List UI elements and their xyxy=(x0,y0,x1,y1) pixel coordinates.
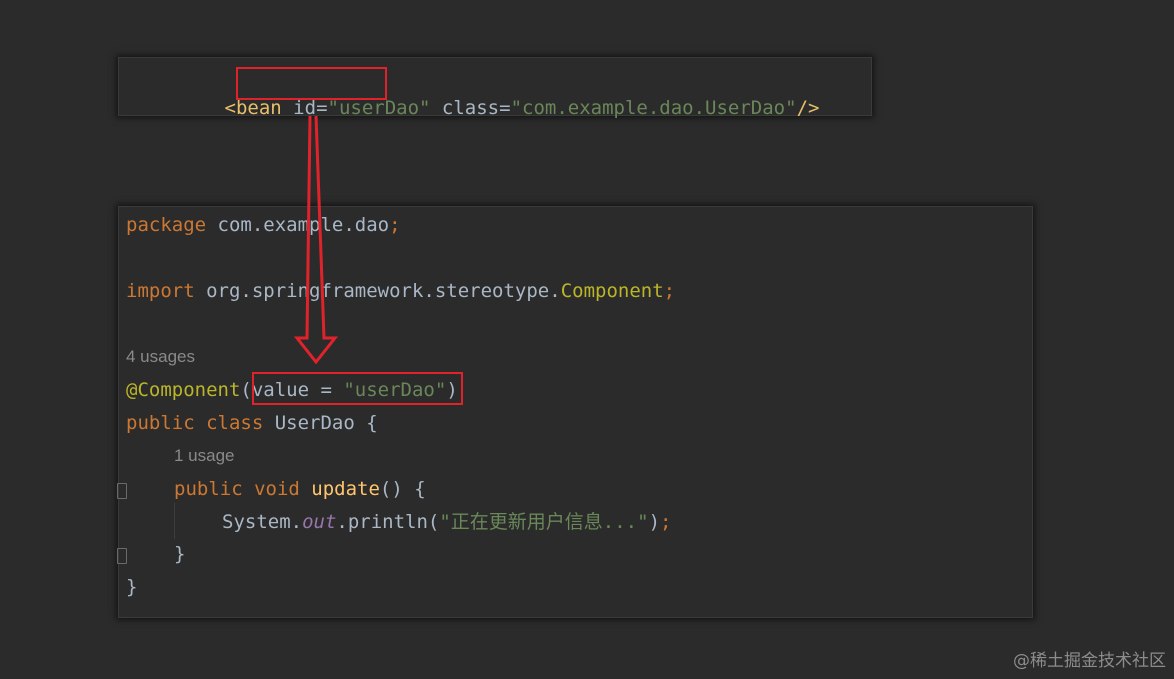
java-code-panel: package com.example.dao; import org.spri… xyxy=(117,206,1033,618)
println-line: System.out.println("正在更新用户信息..."); xyxy=(222,511,672,533)
watermark: @稀土掘金技术社区 xyxy=(1013,651,1166,671)
package-line: package com.example.dao; xyxy=(126,214,401,236)
id-value: "userDao" xyxy=(327,97,431,119)
fold-gutter-icon[interactable] xyxy=(117,548,127,564)
id-attr: id xyxy=(293,97,317,119)
class-close-brace: } xyxy=(126,576,138,598)
method-close-brace: } xyxy=(174,543,186,565)
bean-tag-close: /> xyxy=(796,97,820,119)
method-usages-hint[interactable]: 1 usage xyxy=(174,445,235,467)
import-line: import org.springframework.stereotype.Co… xyxy=(126,280,676,302)
xml-snippet-panel: <bean id="userDao" class="com.example.da… xyxy=(118,57,872,119)
override-gutter-icon[interactable] xyxy=(117,483,127,499)
class-value: "com.example.dao.UserDao" xyxy=(510,97,797,119)
annotation-value-highlight-box xyxy=(252,372,463,405)
class-attr: class xyxy=(441,97,500,119)
indent-guide xyxy=(174,503,175,539)
bean-tag-open: <bean xyxy=(224,97,294,119)
xml-id-highlight-box xyxy=(236,67,387,100)
class-usages-hint[interactable]: 4 usages xyxy=(126,346,195,368)
class-declaration-line: public class UserDao { xyxy=(126,412,378,434)
method-declaration-line: public void update() { xyxy=(174,478,426,500)
